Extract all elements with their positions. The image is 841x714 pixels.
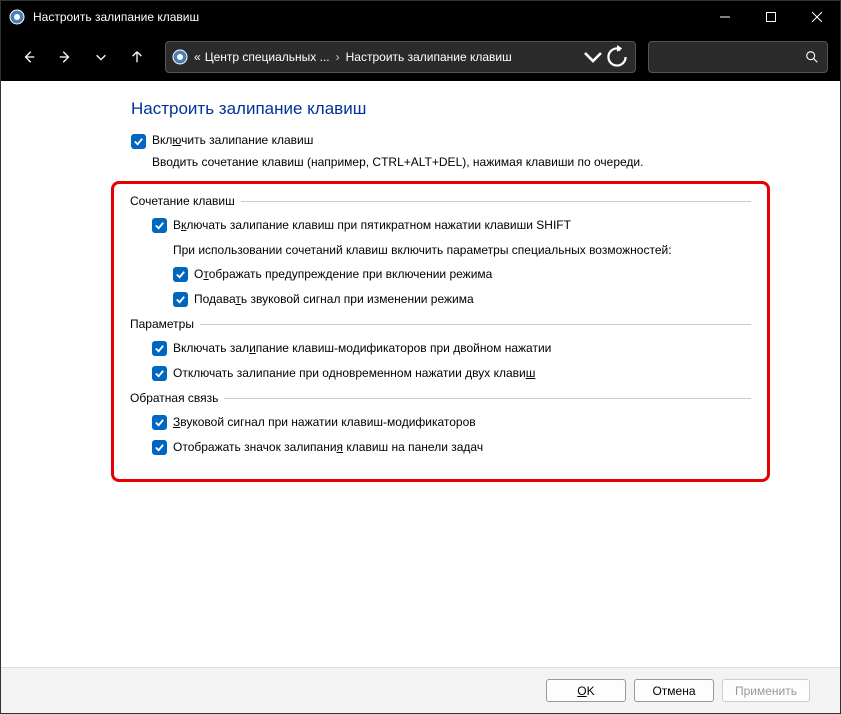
content-inner: Настроить залипание клавиш Включить зали… — [1, 81, 840, 667]
footer: OK Отмена Применить — [1, 667, 840, 713]
option-sound-modifier-checkbox[interactable]: Звуковой сигнал при нажатии клавиш-модиф… — [152, 415, 751, 430]
address-dropdown-button[interactable] — [581, 45, 605, 69]
option-show-warning-label: Отображать предупреждение при включении … — [194, 267, 492, 281]
search-input[interactable] — [648, 41, 828, 73]
window-controls — [702, 1, 840, 33]
divider — [241, 201, 751, 202]
option-shift-5x-label: Включать залипание клавиш при пятикратно… — [173, 218, 571, 232]
option-show-tray-icon-label: Отображать значок залипания клавиш на па… — [173, 440, 483, 454]
checkbox-icon — [173, 267, 188, 282]
group-feedback-legend: Обратная связь — [130, 391, 218, 405]
cancel-button[interactable]: Отмена — [634, 679, 714, 702]
divider — [224, 398, 751, 399]
group-options: Параметры Включать залипание клавиш-моди… — [130, 317, 751, 381]
content-area: Настроить залипание клавиш Включить зали… — [1, 81, 840, 713]
option-disable-two-keys-checkbox[interactable]: Отключать залипание при одновременном на… — [152, 366, 751, 381]
nav-recent-button[interactable] — [85, 41, 117, 73]
highlight-frame: Сочетание клавиш Включать залипание клав… — [111, 181, 770, 482]
chevron-right-icon: › — [336, 50, 340, 64]
group-shortcut: Сочетание клавиш Включать залипание клав… — [130, 194, 751, 307]
checkbox-icon — [152, 341, 167, 356]
checkbox-icon — [131, 134, 146, 149]
nav-up-button[interactable] — [121, 41, 153, 73]
group-shortcut-legend: Сочетание клавиш — [130, 194, 235, 208]
window-title: Настроить залипание клавиш — [33, 10, 702, 24]
enable-sticky-keys-label: Включить залипание клавиш — [152, 133, 313, 147]
option-show-tray-icon-checkbox[interactable]: Отображать значок залипания клавиш на па… — [152, 440, 751, 455]
maximize-button[interactable] — [748, 1, 794, 33]
chevron-left-icon: « — [194, 50, 201, 64]
option-show-warning-checkbox[interactable]: Отображать предупреждение при включении … — [173, 267, 751, 282]
option-sound-change-checkbox[interactable]: Подавать звуковой сигнал при изменении р… — [173, 292, 751, 307]
option-sound-modifier-label: Звуковой сигнал при нажатии клавиш-модиф… — [173, 415, 476, 429]
minimize-button[interactable] — [702, 1, 748, 33]
nav-forward-button[interactable] — [49, 41, 81, 73]
breadcrumb-item[interactable]: Настроить залипание клавиш — [346, 50, 512, 64]
breadcrumb-item[interactable]: Центр специальных ... — [205, 50, 330, 64]
group-shortcut-subdesc: При использовании сочетаний клавиш включ… — [173, 243, 751, 257]
option-sound-change-label: Подавать звуковой сигнал при изменении р… — [194, 292, 474, 306]
divider — [200, 324, 751, 325]
group-options-legend: Параметры — [130, 317, 194, 331]
window: Настроить залипание клавиш « Центр специ… — [0, 0, 841, 714]
group-feedback: Обратная связь Звуковой сигнал при нажат… — [130, 391, 751, 455]
app-icon — [9, 9, 25, 25]
checkbox-icon — [152, 218, 167, 233]
ok-button[interactable]: OK — [546, 679, 626, 702]
close-button[interactable] — [794, 1, 840, 33]
apply-button[interactable]: Применить — [722, 679, 810, 702]
checkbox-icon — [152, 415, 167, 430]
nav-back-button[interactable] — [13, 41, 45, 73]
page-title: Настроить залипание клавиш — [131, 99, 800, 119]
address-icon — [172, 49, 188, 65]
checkbox-icon — [173, 292, 188, 307]
option-shift-5x-checkbox[interactable]: Включать залипание клавиш при пятикратно… — [152, 218, 751, 233]
navbar: « Центр специальных ... › Настроить зали… — [1, 33, 840, 81]
refresh-button[interactable] — [605, 45, 629, 69]
option-disable-two-keys-label: Отключать залипание при одновременном на… — [173, 366, 535, 380]
option-lock-modifier-label: Включать залипание клавиш-модификаторов … — [173, 341, 551, 355]
checkbox-icon — [152, 366, 167, 381]
option-lock-modifier-checkbox[interactable]: Включать залипание клавиш-модификаторов … — [152, 341, 751, 356]
search-icon — [805, 50, 819, 64]
enable-description: Вводить сочетание клавиш (например, CTRL… — [152, 155, 800, 169]
titlebar: Настроить залипание клавиш — [1, 1, 840, 33]
enable-sticky-keys-checkbox[interactable]: Включить залипание клавиш — [131, 133, 800, 149]
checkbox-icon — [152, 440, 167, 455]
address-bar[interactable]: « Центр специальных ... › Настроить зали… — [165, 41, 636, 73]
